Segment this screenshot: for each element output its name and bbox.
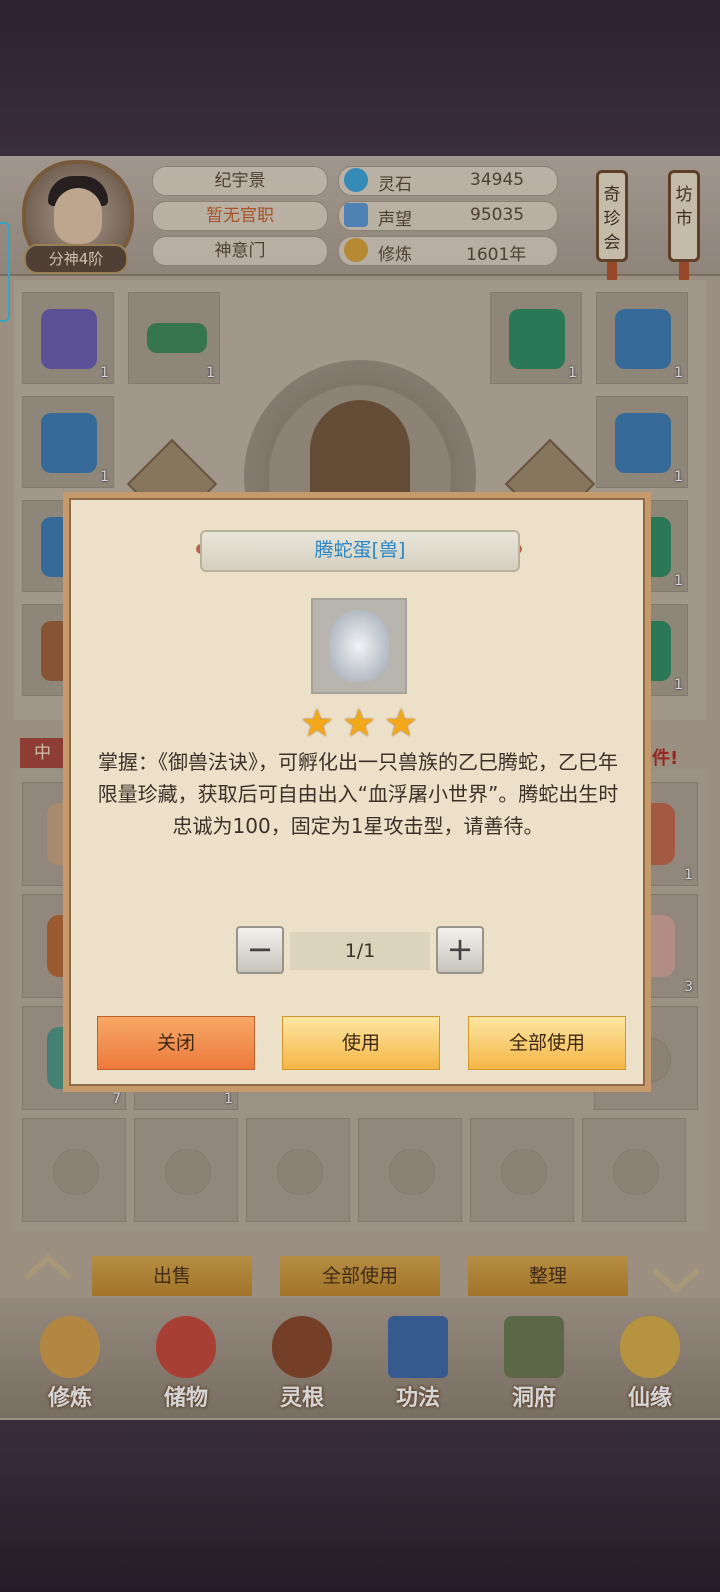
winged-armor-icon bbox=[615, 413, 671, 473]
close-button[interactable]: 关闭 bbox=[97, 1016, 255, 1070]
use-all-bag-button[interactable]: 全部使用 bbox=[280, 1256, 440, 1296]
avatar-face bbox=[54, 188, 102, 244]
organize-button[interactable]: 整理 bbox=[468, 1256, 628, 1296]
green-armor-icon bbox=[509, 309, 565, 369]
scroll-up-arrow-icon[interactable] bbox=[20, 1250, 76, 1284]
resource-label: 声望 bbox=[378, 210, 412, 230]
serpent-dragon-egg-icon bbox=[329, 610, 389, 682]
item-description: 掌握：《御兽法诀》，可孵化出一只兽族的乙巳腾蛇，乙巳年限量珍藏，获取后可自由出入… bbox=[97, 750, 619, 838]
item-count: 1 bbox=[674, 573, 683, 589]
bottom-letterbox bbox=[0, 1420, 720, 1592]
cave-dwelling-icon bbox=[504, 1316, 564, 1378]
item-count: 1 bbox=[100, 469, 109, 485]
resource-value: 34945 bbox=[470, 170, 525, 190]
star-icon: ★ bbox=[299, 701, 335, 745]
nav-cave-dwelling[interactable]: 洞府 bbox=[486, 1308, 582, 1418]
resource-label: 灵石 bbox=[378, 175, 412, 195]
increase-quantity-button[interactable]: + bbox=[436, 926, 484, 974]
item-count: 1 bbox=[224, 1091, 233, 1107]
empty-slot-icon bbox=[389, 1149, 435, 1195]
use-button[interactable]: 使用 bbox=[282, 1016, 440, 1070]
rank-badge: 分神4阶 bbox=[24, 244, 128, 274]
empty-slot-icon bbox=[165, 1149, 211, 1195]
market-button[interactable]: 坊市 bbox=[668, 170, 700, 262]
item-count: 1 bbox=[674, 677, 683, 693]
player-name: 纪宇景 bbox=[152, 166, 328, 196]
cultivate-icon bbox=[40, 1316, 100, 1378]
nav-storage[interactable]: 储物 bbox=[138, 1308, 234, 1418]
decrease-quantity-button[interactable]: − bbox=[236, 926, 284, 974]
nav-label: 仙缘 bbox=[627, 1386, 672, 1411]
resource-value: 1601年 bbox=[466, 245, 527, 265]
resource-value: 95035 bbox=[470, 205, 525, 225]
nav-immortal-fate[interactable]: 仙缘 bbox=[602, 1308, 698, 1418]
treasure-auction-button[interactable]: 奇珍会 bbox=[596, 170, 628, 262]
bag-slot[interactable] bbox=[582, 1118, 686, 1222]
nav-label: 功法 bbox=[395, 1386, 440, 1411]
top-letterbox bbox=[0, 0, 720, 156]
equip-slot[interactable]: 1 bbox=[128, 292, 220, 384]
sword-icon bbox=[147, 323, 207, 353]
prestige-icon bbox=[344, 203, 368, 227]
immortal-fate-icon bbox=[620, 1316, 680, 1378]
nav-spirit-root[interactable]: 灵根 bbox=[254, 1308, 350, 1418]
nav-technique[interactable]: 功法 bbox=[370, 1308, 466, 1418]
use-all-button[interactable]: 全部使用 bbox=[468, 1016, 626, 1070]
item-count: 3 bbox=[684, 979, 693, 995]
item-count: 1 bbox=[100, 365, 109, 381]
quantity-display: 1/1 bbox=[290, 932, 430, 970]
resource-spirit-stone bbox=[338, 166, 558, 196]
item-count: 1 bbox=[674, 469, 683, 485]
equip-slot[interactable]: 1 bbox=[22, 396, 114, 488]
dialog-title: 腾蛇蛋[兽] bbox=[200, 530, 520, 572]
nav-label: 修炼 bbox=[47, 1386, 92, 1411]
bag-slot[interactable] bbox=[134, 1118, 238, 1222]
star-icon: ★ bbox=[341, 701, 377, 745]
bag-slot[interactable] bbox=[470, 1118, 574, 1222]
winged-armor-icon bbox=[615, 309, 671, 369]
winged-armor-icon bbox=[41, 413, 97, 473]
storage-bag-icon bbox=[156, 1316, 216, 1378]
equip-slot[interactable]: 1 bbox=[596, 396, 688, 488]
empty-slot-icon bbox=[501, 1149, 547, 1195]
spirit-root-icon bbox=[272, 1316, 332, 1378]
sell-button[interactable]: 出售 bbox=[92, 1256, 252, 1296]
nav-label: 灵根 bbox=[279, 1386, 324, 1411]
item-count: 1 bbox=[568, 365, 577, 381]
resource-prestige bbox=[338, 201, 558, 231]
meditation-icon bbox=[344, 238, 368, 262]
item-count: 1 bbox=[206, 365, 215, 381]
item-count: 1 bbox=[684, 867, 693, 883]
item-count: 7 bbox=[112, 1091, 121, 1107]
spirit-stone-icon bbox=[344, 168, 368, 192]
item-count: 1 bbox=[674, 365, 683, 381]
empty-slot-icon bbox=[53, 1149, 99, 1195]
scroll-down-arrow-icon[interactable] bbox=[648, 1264, 704, 1298]
equip-slot[interactable]: 1 bbox=[596, 292, 688, 384]
bag-slot[interactable] bbox=[22, 1118, 126, 1222]
item-icon-frame bbox=[311, 598, 407, 694]
official-title[interactable]: 暂无官职 bbox=[152, 201, 328, 231]
nav-label: 储物 bbox=[163, 1386, 208, 1411]
empty-slot-icon bbox=[277, 1149, 323, 1195]
star-icon: ★ bbox=[383, 701, 419, 745]
technique-book-icon bbox=[388, 1316, 448, 1378]
bag-slot[interactable] bbox=[246, 1118, 350, 1222]
side-tab-indicator[interactable] bbox=[0, 222, 10, 322]
nav-label: 洞府 bbox=[511, 1386, 556, 1411]
equip-slot[interactable]: 1 bbox=[22, 292, 114, 384]
equip-slot[interactable]: 1 bbox=[490, 292, 582, 384]
nav-cultivate[interactable]: 修炼 bbox=[22, 1308, 118, 1418]
resource-label: 修炼 bbox=[378, 245, 412, 265]
empty-slot-icon bbox=[613, 1149, 659, 1195]
sect-name: 神意门 bbox=[152, 236, 328, 266]
bag-slot[interactable] bbox=[358, 1118, 462, 1222]
boots-icon bbox=[41, 309, 97, 369]
